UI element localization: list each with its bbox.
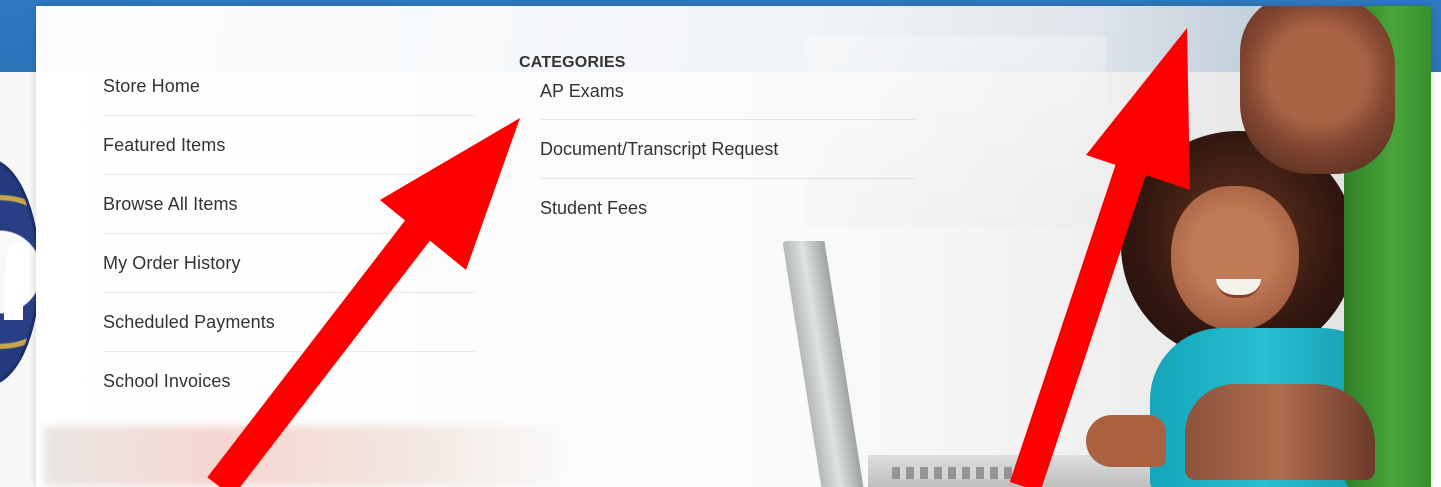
menu-item-scheduled-payments[interactable]: Scheduled Payments (103, 293, 475, 352)
girl-arm (1086, 415, 1166, 467)
menu-item-featured-items[interactable]: Featured Items (103, 116, 475, 175)
menu-item-label: My Order History (103, 252, 241, 273)
laptop-screen (782, 241, 864, 487)
category-label: Student Fees (540, 198, 648, 218)
laptop-keyboard (892, 467, 1022, 479)
categories-heading: CATEGORIES (519, 54, 626, 71)
man-arm (1185, 384, 1375, 480)
category-label: AP Exams (540, 81, 624, 101)
menu-item-label: Scheduled Payments (103, 311, 275, 332)
store-page: Store Home Featured Items Browse All Ite… (0, 0, 1441, 487)
store-menu-list: Store Home Featured Items Browse All Ite… (103, 57, 475, 411)
man-face (1240, 6, 1395, 174)
category-label: Document/Transcript Request (540, 138, 779, 159)
menu-item-store-home[interactable]: Store Home (103, 57, 475, 116)
menu-item-label: Store Home (103, 75, 201, 96)
menu-item-browse-all-items[interactable]: Browse All Items (103, 175, 475, 234)
category-ap-exams[interactable]: AP Exams (540, 80, 915, 120)
menu-item-my-order-history[interactable]: My Order History (103, 234, 475, 293)
menu-item-school-invoices[interactable]: School Invoices (103, 352, 475, 411)
category-document-transcript-request[interactable]: Document/Transcript Request (540, 120, 915, 179)
menu-item-label: School Invoices (103, 371, 231, 391)
store-dropdown-menu: Store Home Featured Items Browse All Ite… (36, 6, 1431, 487)
background-blurred-object (44, 426, 564, 486)
menu-item-label: Browse All Items (103, 193, 238, 214)
categories-list: AP Exams Document/Transcript Request Stu… (519, 80, 915, 238)
category-student-fees[interactable]: Student Fees (540, 179, 915, 238)
menu-item-label: Featured Items (103, 134, 226, 155)
categories-menu: CATEGORIES AP Exams Document/Transcript … (519, 54, 915, 238)
man-photo-illustration (1166, 6, 1431, 487)
